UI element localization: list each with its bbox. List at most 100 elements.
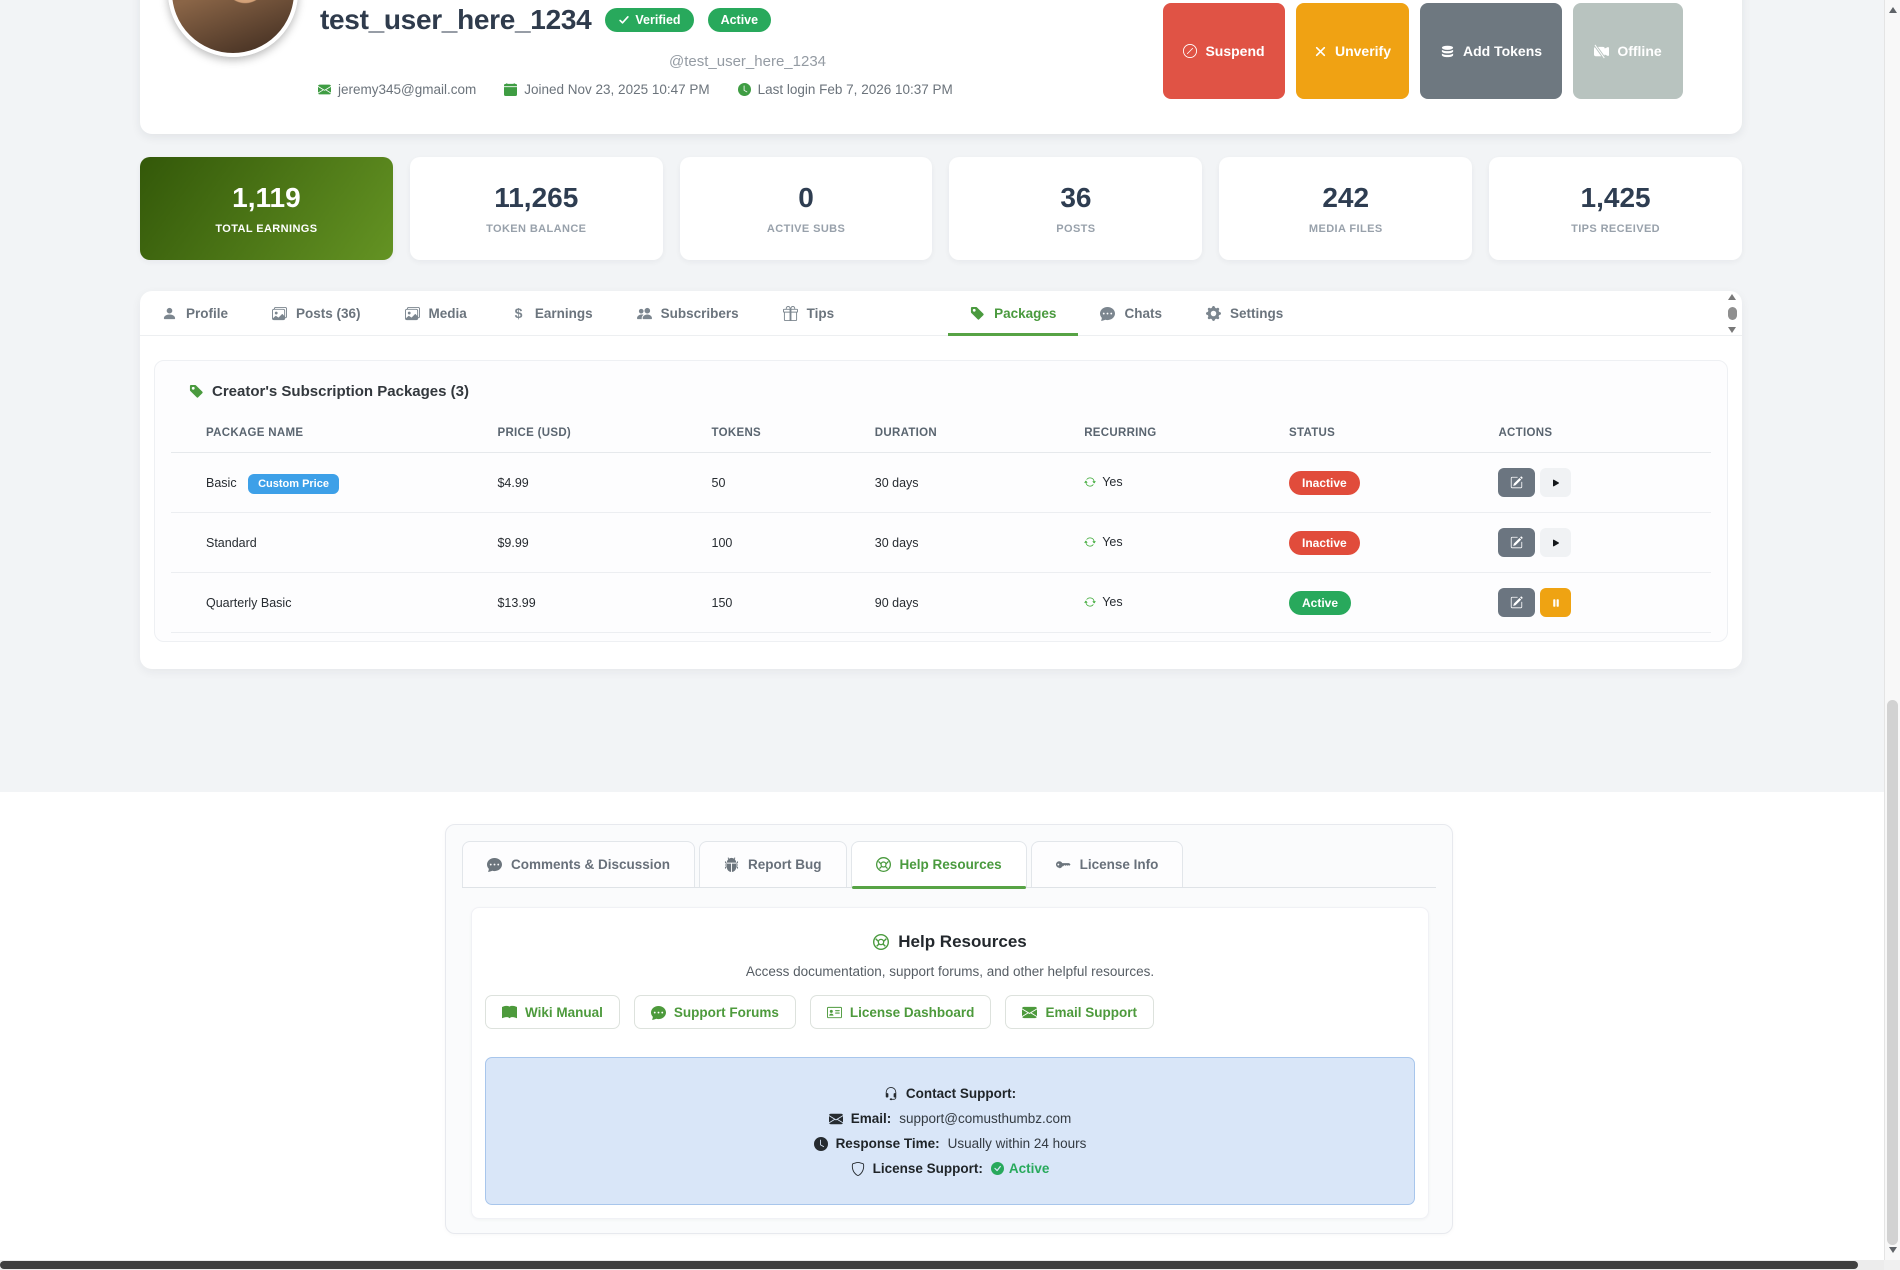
unverify-button[interactable]: Unverify [1296, 3, 1409, 99]
pause-package-button[interactable] [1540, 588, 1572, 617]
tab-posts[interactable]: Posts (36) [250, 291, 383, 335]
help-resources-subtitle: Access documentation, support forums, an… [745, 964, 1155, 979]
bug-icon [724, 857, 739, 872]
contact-email-line: Email: support@comusthumbz.com [829, 1111, 1071, 1126]
horizontal-scrollbar[interactable] [0, 1260, 1884, 1270]
activate-package-button[interactable] [1540, 528, 1572, 557]
contact-support-title: Contact Support: [884, 1086, 1016, 1101]
edit-package-button[interactable] [1498, 468, 1536, 497]
activate-package-button[interactable] [1540, 468, 1572, 497]
vertical-scrollbar[interactable] [1884, 0, 1900, 1260]
recurring-value: Yes [1084, 595, 1123, 609]
clock-icon [814, 1137, 828, 1151]
table-header-row: PACKAGE NAME PRICE (USD) TOKENS DURATION… [171, 417, 1711, 453]
people-icon [637, 306, 652, 321]
dollar-icon [511, 306, 526, 321]
wiki-manual-button[interactable]: Wiki Manual [485, 995, 620, 1029]
tab-profile[interactable]: Profile [140, 291, 250, 335]
camera-off-icon [1594, 44, 1609, 59]
tab-tips[interactable]: Tips [761, 291, 857, 335]
edit-package-button[interactable] [1498, 528, 1536, 557]
table-row-quarterly-basic: Quarterly Basic $13.99 150 90 days Yes A… [171, 572, 1711, 633]
status-badge: Inactive [1289, 530, 1360, 555]
tab-license-info[interactable]: License Info [1030, 841, 1184, 887]
tab-report-bug[interactable]: Report Bug [699, 841, 847, 887]
col-recurring: RECURRING [1084, 417, 1289, 453]
col-actions: ACTIONS [1498, 417, 1711, 453]
support-forums-button[interactable]: Support Forums [633, 995, 796, 1029]
clock-icon [738, 83, 751, 96]
coins-icon [1440, 44, 1455, 59]
tab-subscribers[interactable]: Subscribers [615, 291, 761, 335]
tab-settings[interactable]: Settings [1184, 291, 1305, 335]
response-time-line: Response Time: Usually within 24 hours [814, 1136, 1086, 1151]
resource-buttons: Wiki Manual Support Forums License Dashb… [485, 995, 1428, 1029]
support-widget: Comments & Discussion Report Bug Help Re… [445, 824, 1453, 1234]
key-icon [1056, 857, 1071, 872]
chat-icon [487, 857, 502, 872]
contact-row: jeremy345@gmail.com Joined Nov 23, 2025 … [318, 82, 953, 97]
offline-button[interactable]: Offline [1573, 3, 1683, 99]
package-price: $13.99 [497, 572, 712, 633]
status-badge: Active [1289, 590, 1352, 615]
chat-icon [651, 1005, 666, 1020]
tab-packages[interactable]: Packages [948, 291, 1079, 336]
packages-table: PACKAGE NAME PRICE (USD) TOKENS DURATION… [171, 417, 1711, 633]
packages-panel: Creator's Subscription Packages (3) PACK… [154, 360, 1728, 642]
package-price: $9.99 [497, 512, 712, 573]
scrollbar-thumb[interactable] [1887, 700, 1898, 1245]
tab-media[interactable]: Media [383, 291, 489, 335]
license-dashboard-button[interactable]: License Dashboard [809, 995, 992, 1029]
gift-icon [783, 306, 798, 321]
calendar-icon [504, 83, 517, 96]
pencil-square-icon [1510, 596, 1523, 609]
col-package-name: PACKAGE NAME [171, 417, 498, 453]
support-tabbar: Comments & Discussion Report Bug Help Re… [462, 841, 1436, 889]
scrollbar-corner [1884, 1260, 1900, 1270]
package-price: $4.99 [497, 452, 712, 513]
scroll-up-icon[interactable] [1889, 7, 1897, 13]
verified-badge: Verified [605, 8, 694, 32]
status-badge: Inactive [1289, 470, 1360, 495]
check-icon [618, 14, 630, 26]
packages-panel-title: Creator's Subscription Packages (3) [189, 383, 469, 400]
tab-help-resources[interactable]: Help Resources [850, 841, 1027, 889]
col-tokens: TOKENS [711, 417, 875, 453]
add-tokens-button[interactable]: Add Tokens [1420, 3, 1562, 99]
scrollbar-thumb[interactable] [0, 1261, 1858, 1269]
package-name: Standard [206, 535, 257, 550]
scroll-down-icon[interactable] [1728, 327, 1736, 333]
active-status-badge: Active [707, 8, 772, 32]
tab-chats[interactable]: Chats [1078, 291, 1184, 335]
scroll-down-icon[interactable] [1889, 1247, 1897, 1253]
repeat-icon [1084, 476, 1096, 488]
headset-icon [884, 1087, 898, 1101]
scrollbar-thumb[interactable] [1727, 307, 1737, 320]
tab-earnings[interactable]: Earnings [489, 291, 615, 335]
envelope-icon [1022, 1005, 1037, 1020]
ban-icon [1183, 44, 1197, 58]
envelope-icon [829, 1112, 843, 1126]
profile-header-card: test_user_here_1234 Verified Active @tes… [140, 0, 1742, 134]
tag-icon [970, 306, 985, 321]
pencil-square-icon [1510, 476, 1523, 489]
edit-package-button[interactable] [1498, 588, 1536, 617]
email-support-button[interactable]: Email Support [1005, 995, 1154, 1029]
suspend-button[interactable]: Suspend [1163, 3, 1285, 99]
stat-card-active-subs: 0 ACTIVE SUBS [679, 157, 933, 260]
chat-icon [1100, 306, 1115, 321]
avatar [168, 0, 298, 57]
help-resources-panel: Help Resources Access documentation, sup… [471, 907, 1429, 1219]
tab-comments-discussion[interactable]: Comments & Discussion [462, 841, 696, 887]
pause-icon [1550, 597, 1562, 609]
package-duration: 30 days [874, 452, 1085, 513]
tabbar-mini-scrollbar[interactable] [1726, 294, 1738, 333]
scroll-up-icon[interactable] [1728, 294, 1736, 300]
images-icon [272, 306, 287, 321]
main-content-card: Profile Posts (36) Media Earnings Subscr… [140, 291, 1742, 669]
package-tokens: 100 [711, 512, 875, 573]
id-card-icon [827, 1005, 842, 1020]
license-support-line: License Support: Active [851, 1161, 1049, 1176]
envelope-icon [318, 83, 331, 96]
repeat-icon [1084, 596, 1096, 608]
